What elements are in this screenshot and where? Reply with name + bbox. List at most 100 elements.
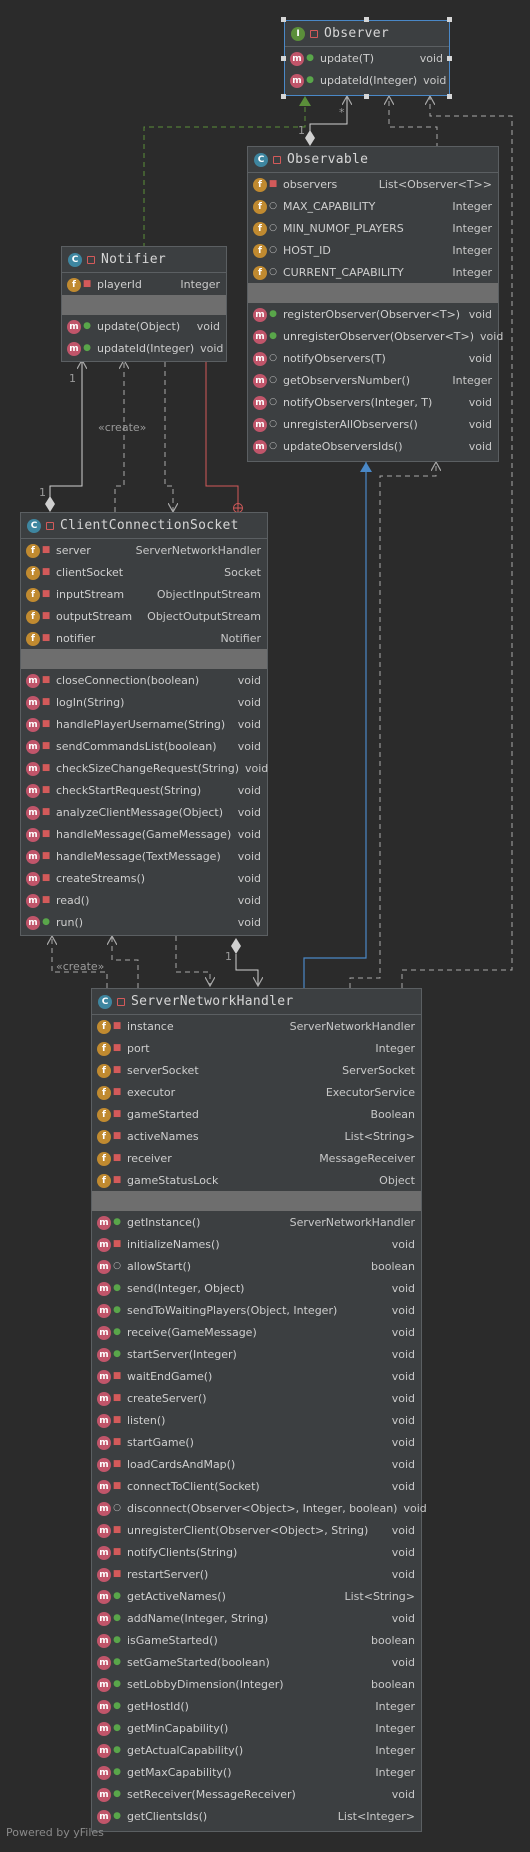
- selection-handle[interactable]: [281, 56, 286, 61]
- selection-handle[interactable]: [281, 94, 286, 99]
- method-row[interactable]: m ● unregisterObserver(Observer<T>) void: [248, 325, 503, 347]
- field-row[interactable]: f ■ serverSocket ServerSocket: [92, 1059, 421, 1081]
- method-row[interactable]: m ● getMaxCapability() Integer: [92, 1761, 421, 1783]
- field-row[interactable]: f ■ instance ServerNetworkHandler: [92, 1015, 421, 1037]
- selection-handle[interactable]: [281, 17, 286, 22]
- method-row[interactable]: m ● startServer(Integer) void: [92, 1343, 421, 1365]
- method-row[interactable]: m ● getActualCapability() Integer: [92, 1739, 421, 1761]
- diamond-client: [45, 496, 55, 512]
- field-row[interactable]: f ■ gameStatusLock Object: [92, 1169, 421, 1191]
- method-row[interactable]: m ● registerObserver(Observer<T>) void: [248, 303, 498, 325]
- notifier-class-node[interactable]: C Notifier f ■ playerId Integer m ● update(Objec…: [61, 246, 227, 362]
- method-row[interactable]: m ● run() void: [21, 911, 267, 933]
- field-row[interactable]: f ■ outputStream ObjectOutputStream: [21, 605, 267, 627]
- method-row[interactable]: m ● update(Object) void: [62, 315, 226, 337]
- field-row[interactable]: f ■ executor ExecutorService: [92, 1081, 421, 1103]
- field-badge-icon: f: [26, 543, 40, 558]
- selection-handle[interactable]: [364, 17, 369, 22]
- method-row[interactable]: m ■ restartServer() void: [92, 1563, 421, 1585]
- method-row[interactable]: m ● send(Integer, Object) void: [92, 1277, 421, 1299]
- method-row[interactable]: m ○ notifyObservers(Integer, T) void: [248, 391, 498, 413]
- method-row[interactable]: m ● setGameStarted(boolean) void: [92, 1651, 421, 1673]
- method-row[interactable]: m ■ analyzeClientMessage(Object) void: [21, 801, 267, 823]
- method-row[interactable]: m ■ createStreams() void: [21, 867, 267, 889]
- method-row[interactable]: m ■ loadCardsAndMap() void: [92, 1453, 421, 1475]
- method-row[interactable]: m ○ allowStart() boolean: [92, 1255, 421, 1277]
- public-icon: ●: [83, 321, 91, 331]
- method-row[interactable]: m ● addName(Integer, String) void: [92, 1607, 421, 1629]
- field-row[interactable]: f ■ gameStarted Boolean: [92, 1103, 421, 1125]
- method-row[interactable]: m ● getActiveNames() List<String>: [92, 1585, 421, 1607]
- field-row[interactable]: f ○ CURRENT_CAPABILITY Integer: [248, 261, 498, 283]
- method-row[interactable]: m ○ disconnect(Observer<Object>, Integer, …: [92, 1497, 427, 1519]
- method-row[interactable]: m ■ sendCommandsList(boolean) void: [21, 735, 267, 757]
- method-badge-icon: m: [97, 1721, 111, 1736]
- selection-handle[interactable]: [447, 56, 452, 61]
- method-row[interactable]: m ● getMinCapability() Integer: [92, 1717, 421, 1739]
- method-icon: m: [253, 351, 267, 366]
- method-badge-icon: m: [290, 51, 304, 66]
- method-row[interactable]: m ○ notifyObservers(T) void: [248, 347, 498, 369]
- method-row[interactable]: m ■ connectToClient(Socket) void: [92, 1475, 421, 1497]
- field-icon: f: [97, 1173, 111, 1188]
- field-row[interactable]: f ○ HOST_ID Integer: [248, 239, 498, 261]
- field-icon: f: [253, 265, 267, 280]
- method-row[interactable]: m ○ getObserversNumber() Integer: [248, 369, 498, 391]
- field-row[interactable]: f ■ server ServerNetworkHandler: [21, 539, 267, 561]
- server-network-handler-class-node[interactable]: C ServerNetworkHandler f ■ instance ServerNet…: [91, 988, 427, 1832]
- method-row[interactable]: m ■ notifyClients(String) void: [92, 1541, 421, 1563]
- public-icon: ●: [113, 1217, 121, 1227]
- method-row[interactable]: m ● update(T) void: [285, 47, 449, 69]
- method-row[interactable]: m ● updateId(Integer) void: [62, 337, 226, 359]
- selection-handle[interactable]: [447, 17, 452, 22]
- method-name: disconnect(Observer<Object>, Integer, bo…: [127, 1501, 398, 1515]
- observer-interface-node[interactable]: I Observer m ● update(T) void m ● updateId(Integ…: [284, 20, 450, 96]
- method-row[interactable]: m ■ startGame() void: [92, 1431, 421, 1453]
- method-row[interactable]: m ○ unregisterAllObservers() void: [248, 413, 498, 435]
- field-row[interactable]: f ■ inputStream ObjectInputStream: [21, 583, 267, 605]
- method-row[interactable]: m ■ logIn(String) void: [21, 691, 267, 713]
- field-icon: f: [253, 221, 267, 236]
- method-row[interactable]: m ● setLobbyDimension(Integer) boolean: [92, 1673, 421, 1695]
- method-row[interactable]: m ■ handleMessage(GameMessage) void: [21, 823, 267, 845]
- method-row[interactable]: m ● getInstance() ServerNetworkHandler: [92, 1211, 421, 1233]
- field-row[interactable]: f ■ observers List<Observer<T>>: [248, 173, 498, 195]
- method-row[interactable]: m ■ closeConnection(boolean) void: [21, 669, 267, 691]
- field-row[interactable]: f ■ port Integer: [92, 1037, 421, 1059]
- selection-handle[interactable]: [447, 94, 452, 99]
- method-row[interactable]: m ● isGameStarted() boolean: [92, 1629, 421, 1651]
- method-row[interactable]: m ● getHostId() Integer: [92, 1695, 421, 1717]
- method-badge-icon: m: [97, 1259, 111, 1274]
- method-row[interactable]: m ○ updateObserversIds() void: [248, 435, 498, 457]
- field-row[interactable]: f ■ receiver MessageReceiver: [92, 1147, 421, 1169]
- method-row[interactable]: m ● sendToWaitingPlayers(Object, Integer) v…: [92, 1299, 421, 1321]
- method-row[interactable]: m ■ checkStartRequest(String) void: [21, 779, 267, 801]
- client-connection-socket-class-node[interactable]: C ClientConnectionSocket f ■ server ServerNet…: [20, 512, 268, 936]
- field-row[interactable]: f ■ notifier Notifier: [21, 627, 267, 649]
- method-row[interactable]: m ■ initializeNames() void: [92, 1233, 421, 1255]
- observable-class-node[interactable]: C Observable f ■ observers List<Observer<T>> f…: [247, 146, 503, 462]
- method-type: void: [237, 871, 261, 885]
- method-icon: m: [26, 871, 40, 886]
- private-icon: ■: [41, 763, 51, 773]
- method-row[interactable]: m ● updateId(Integer) void: [285, 69, 449, 91]
- method-row[interactable]: m ■ read() void: [21, 889, 267, 911]
- method-row[interactable]: m ■ waitEndGame() void: [92, 1365, 421, 1387]
- method-row[interactable]: m ● receive(GameMessage) void: [92, 1321, 421, 1343]
- method-row[interactable]: m ● setReceiver(MessageReceiver) void: [92, 1783, 421, 1805]
- selection-handle[interactable]: [364, 94, 369, 99]
- create-label: «create»: [56, 960, 105, 973]
- field-row[interactable]: f ■ clientSocket Socket: [21, 561, 267, 583]
- method-row[interactable]: m ■ createServer() void: [92, 1387, 421, 1409]
- field-row[interactable]: f ○ MIN_NUMOF_PLAYERS Integer: [248, 217, 498, 239]
- method-row[interactable]: m ■ unregisterClient(Observer<Object>, Str…: [92, 1519, 421, 1541]
- method-row[interactable]: m ■ checkSizeChangeRequest(String) void: [21, 757, 268, 779]
- field-row[interactable]: f ○ MAX_CAPABILITY Integer: [248, 195, 498, 217]
- method-row[interactable]: m ■ handlePlayerUsername(String) void: [21, 713, 267, 735]
- field-row[interactable]: f ■ activeNames List<String>: [92, 1125, 421, 1147]
- field-row[interactable]: f ■ playerId Integer: [62, 273, 226, 295]
- method-row[interactable]: m ● getClientsIds() List<Integer>: [92, 1805, 421, 1827]
- method-row[interactable]: m ■ listen() void: [92, 1409, 421, 1431]
- field-name: gameStarted: [127, 1107, 199, 1121]
- method-row[interactable]: m ■ handleMessage(TextMessage) void: [21, 845, 267, 867]
